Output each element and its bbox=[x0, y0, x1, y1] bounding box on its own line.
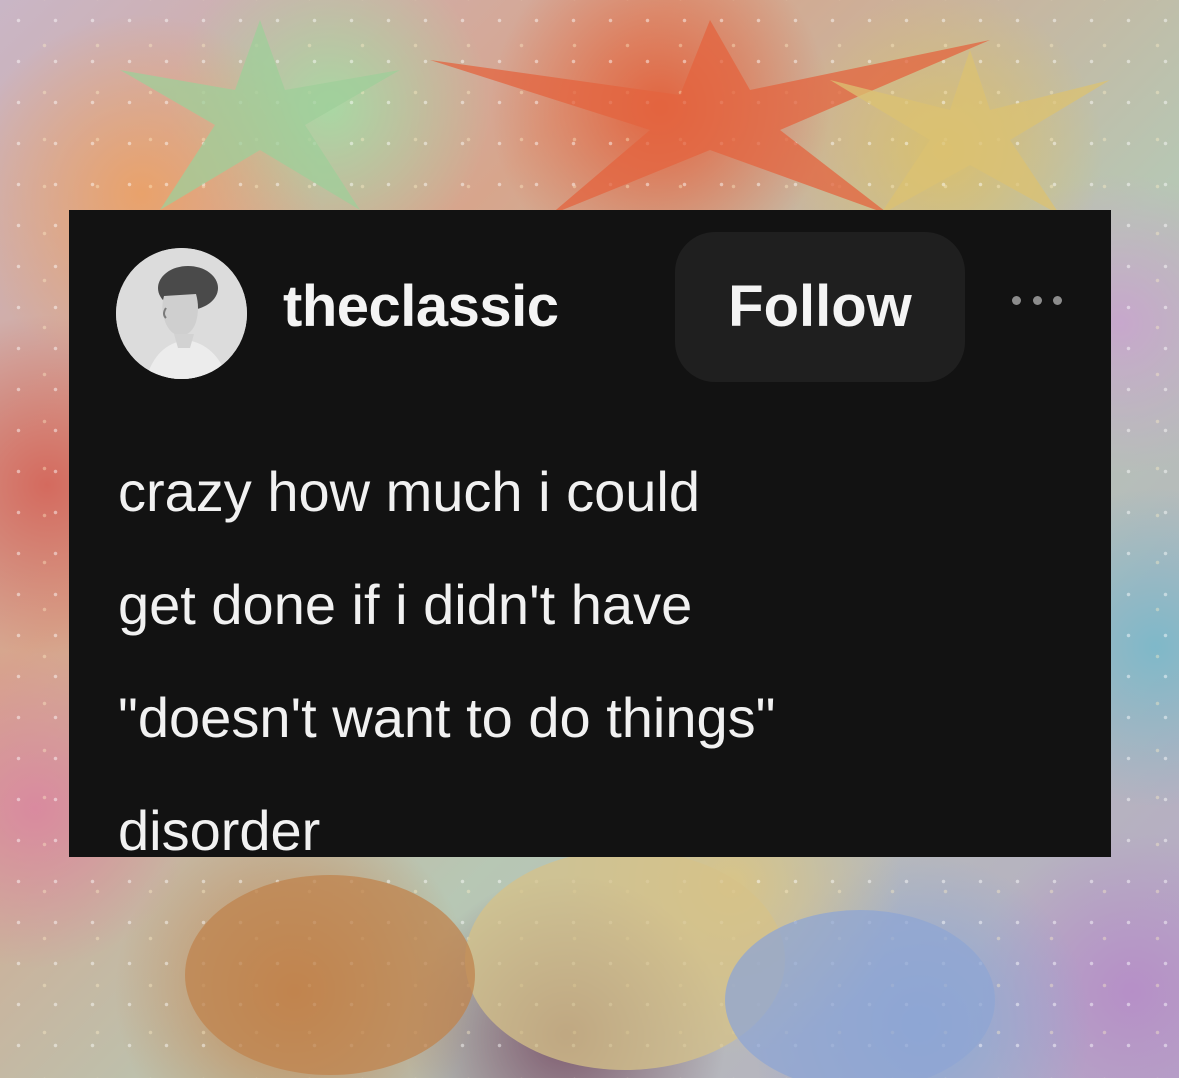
username[interactable]: theclassic bbox=[283, 272, 559, 342]
avatar[interactable] bbox=[116, 248, 247, 379]
seashell-background: theclassic Follow crazy how much i could… bbox=[0, 0, 1179, 1078]
post-text-line: get done if i didn't have bbox=[118, 573, 693, 636]
post-body: crazy how much i could get done if i did… bbox=[118, 435, 1078, 887]
green-starfish-image bbox=[120, 20, 400, 210]
post-text-line: disorder bbox=[118, 799, 321, 862]
dot-icon bbox=[1032, 295, 1042, 305]
post-text-line: crazy how much i could bbox=[118, 460, 701, 523]
follow-button[interactable]: Follow bbox=[675, 232, 965, 382]
yellow-starfish-image bbox=[830, 50, 1110, 215]
dot-icon bbox=[1053, 295, 1062, 305]
bronze-shell-image bbox=[185, 875, 475, 1075]
post-card: theclassic Follow crazy how much i could… bbox=[69, 210, 1111, 862]
blue-shell-image bbox=[725, 910, 995, 1078]
ellipsis-icon[interactable] bbox=[1012, 290, 1062, 310]
dot-icon bbox=[1012, 295, 1021, 305]
vintage-portrait-avatar bbox=[116, 248, 247, 379]
post-text-line: "doesn't want to do things" bbox=[118, 686, 776, 749]
